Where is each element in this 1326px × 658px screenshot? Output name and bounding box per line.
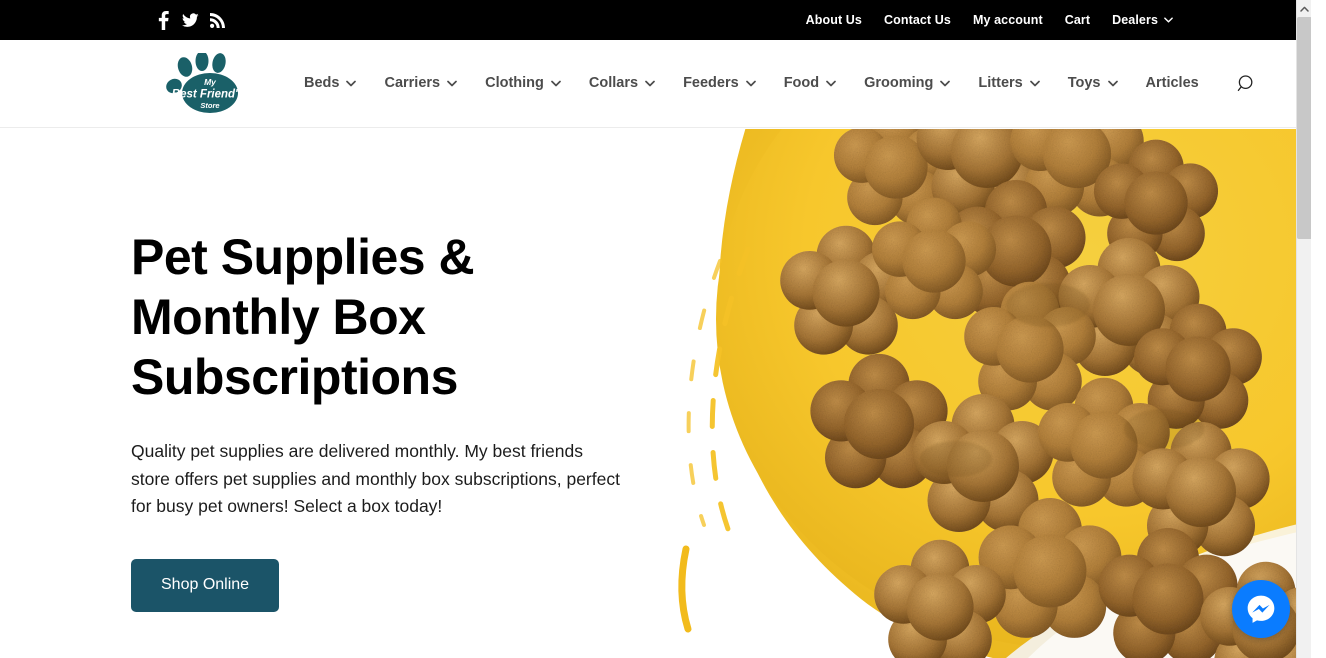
- nav-item-carriers[interactable]: Carriers: [370, 76, 471, 91]
- topnav-label: Dealers: [1112, 12, 1158, 27]
- scroll-up-arrow-icon[interactable]: [1297, 0, 1311, 17]
- topnav-label: Contact Us: [883, 12, 951, 27]
- hero-subtitle: Quality pet supplies are delivered month…: [131, 441, 620, 516]
- top-utility-bar: About Us Contact Us My account Cart Deal…: [0, 0, 1311, 40]
- nav-label: Grooming: [864, 75, 934, 92]
- topnav-item-cart[interactable]: Cart: [1065, 14, 1090, 27]
- chevron-down-icon: [645, 80, 655, 87]
- chevron-down-icon: [940, 80, 951, 87]
- nav-item-feeders[interactable]: Feeders: [669, 76, 770, 91]
- chevron-down-icon: [1029, 80, 1040, 87]
- chevron-down-icon: [1107, 80, 1118, 87]
- facebook-icon[interactable]: [155, 10, 172, 30]
- nav-label: Toys: [1067, 75, 1101, 92]
- twitter-icon[interactable]: [182, 11, 199, 30]
- nav-item-toys[interactable]: Toys: [1054, 76, 1132, 91]
- nav-label: Clothing: [485, 75, 544, 92]
- nav-label: Litters: [978, 75, 1023, 92]
- nav-label: Carriers: [384, 75, 441, 92]
- messenger-icon: [1247, 595, 1275, 623]
- page-scrollbar[interactable]: [1296, 0, 1311, 658]
- chevron-down-icon: [745, 80, 756, 87]
- nav-label: Food: [783, 75, 820, 92]
- topnav-item-dealers[interactable]: Dealers: [1112, 14, 1173, 27]
- search-icon: [1237, 74, 1253, 91]
- topnav-item-contact-us[interactable]: Contact Us: [884, 14, 951, 27]
- nav-item-collars[interactable]: Collars: [575, 76, 669, 91]
- top-nav-links: About Us Contact Us My account Cart Deal…: [806, 14, 1173, 27]
- topnav-item-my-account[interactable]: My account: [973, 14, 1043, 27]
- paw-logo-icon: My Best Friend's Store: [166, 52, 244, 113]
- chevron-down-icon: [551, 80, 561, 87]
- nav-item-articles[interactable]: Articles: [1132, 76, 1213, 91]
- topnav-item-about-us[interactable]: About Us: [806, 14, 862, 27]
- topnav-label: Cart: [1064, 12, 1091, 27]
- svg-text:Store: Store: [200, 101, 219, 110]
- svg-text:My: My: [204, 77, 217, 87]
- nav-item-beds[interactable]: Beds: [290, 76, 370, 91]
- rss-icon[interactable]: [209, 11, 226, 30]
- topnav-label: My account: [972, 12, 1043, 27]
- primary-nav: Beds Carriers Clothing Collars Feeders F…: [290, 72, 1259, 96]
- chevron-down-icon: [346, 80, 357, 87]
- messenger-chat-button[interactable]: [1232, 580, 1290, 638]
- nav-label: Articles: [1145, 75, 1199, 92]
- search-button[interactable]: [1235, 72, 1259, 96]
- main-header: My Best Friend's Store Beds Carriers Clo…: [0, 40, 1311, 128]
- nav-item-food[interactable]: Food: [770, 76, 850, 91]
- pet-treats-illustration: [656, 129, 1311, 658]
- nav-item-litters[interactable]: Litters: [964, 76, 1053, 91]
- hero-image: [656, 129, 1311, 658]
- nav-item-clothing[interactable]: Clothing: [471, 76, 575, 91]
- svg-text:Best Friend's: Best Friend's: [172, 88, 244, 100]
- hero-title: Pet Supplies & Monthly Box Subscriptions: [131, 229, 475, 405]
- nav-label: Beds: [304, 75, 340, 92]
- site-logo[interactable]: My Best Friend's Store: [165, 52, 251, 115]
- topnav-label: About Us: [805, 12, 862, 27]
- nav-item-grooming[interactable]: Grooming: [850, 76, 964, 91]
- social-links: [155, 10, 226, 30]
- chevron-down-icon: [1164, 17, 1173, 23]
- hero-section: Pet Supplies & Monthly Box Subscriptions…: [0, 129, 1311, 658]
- shop-online-button[interactable]: Shop Online: [131, 558, 280, 612]
- hero-copy: Pet Supplies & Monthly Box Subscriptions…: [131, 227, 651, 612]
- page-root: About Us Contact Us My account Cart Deal…: [0, 0, 1311, 658]
- nav-label: Collars: [588, 75, 639, 92]
- chevron-down-icon: [447, 80, 457, 87]
- nav-label: Feeders: [683, 75, 739, 92]
- scroll-thumb[interactable]: [1297, 17, 1311, 239]
- chevron-down-icon: [826, 80, 836, 87]
